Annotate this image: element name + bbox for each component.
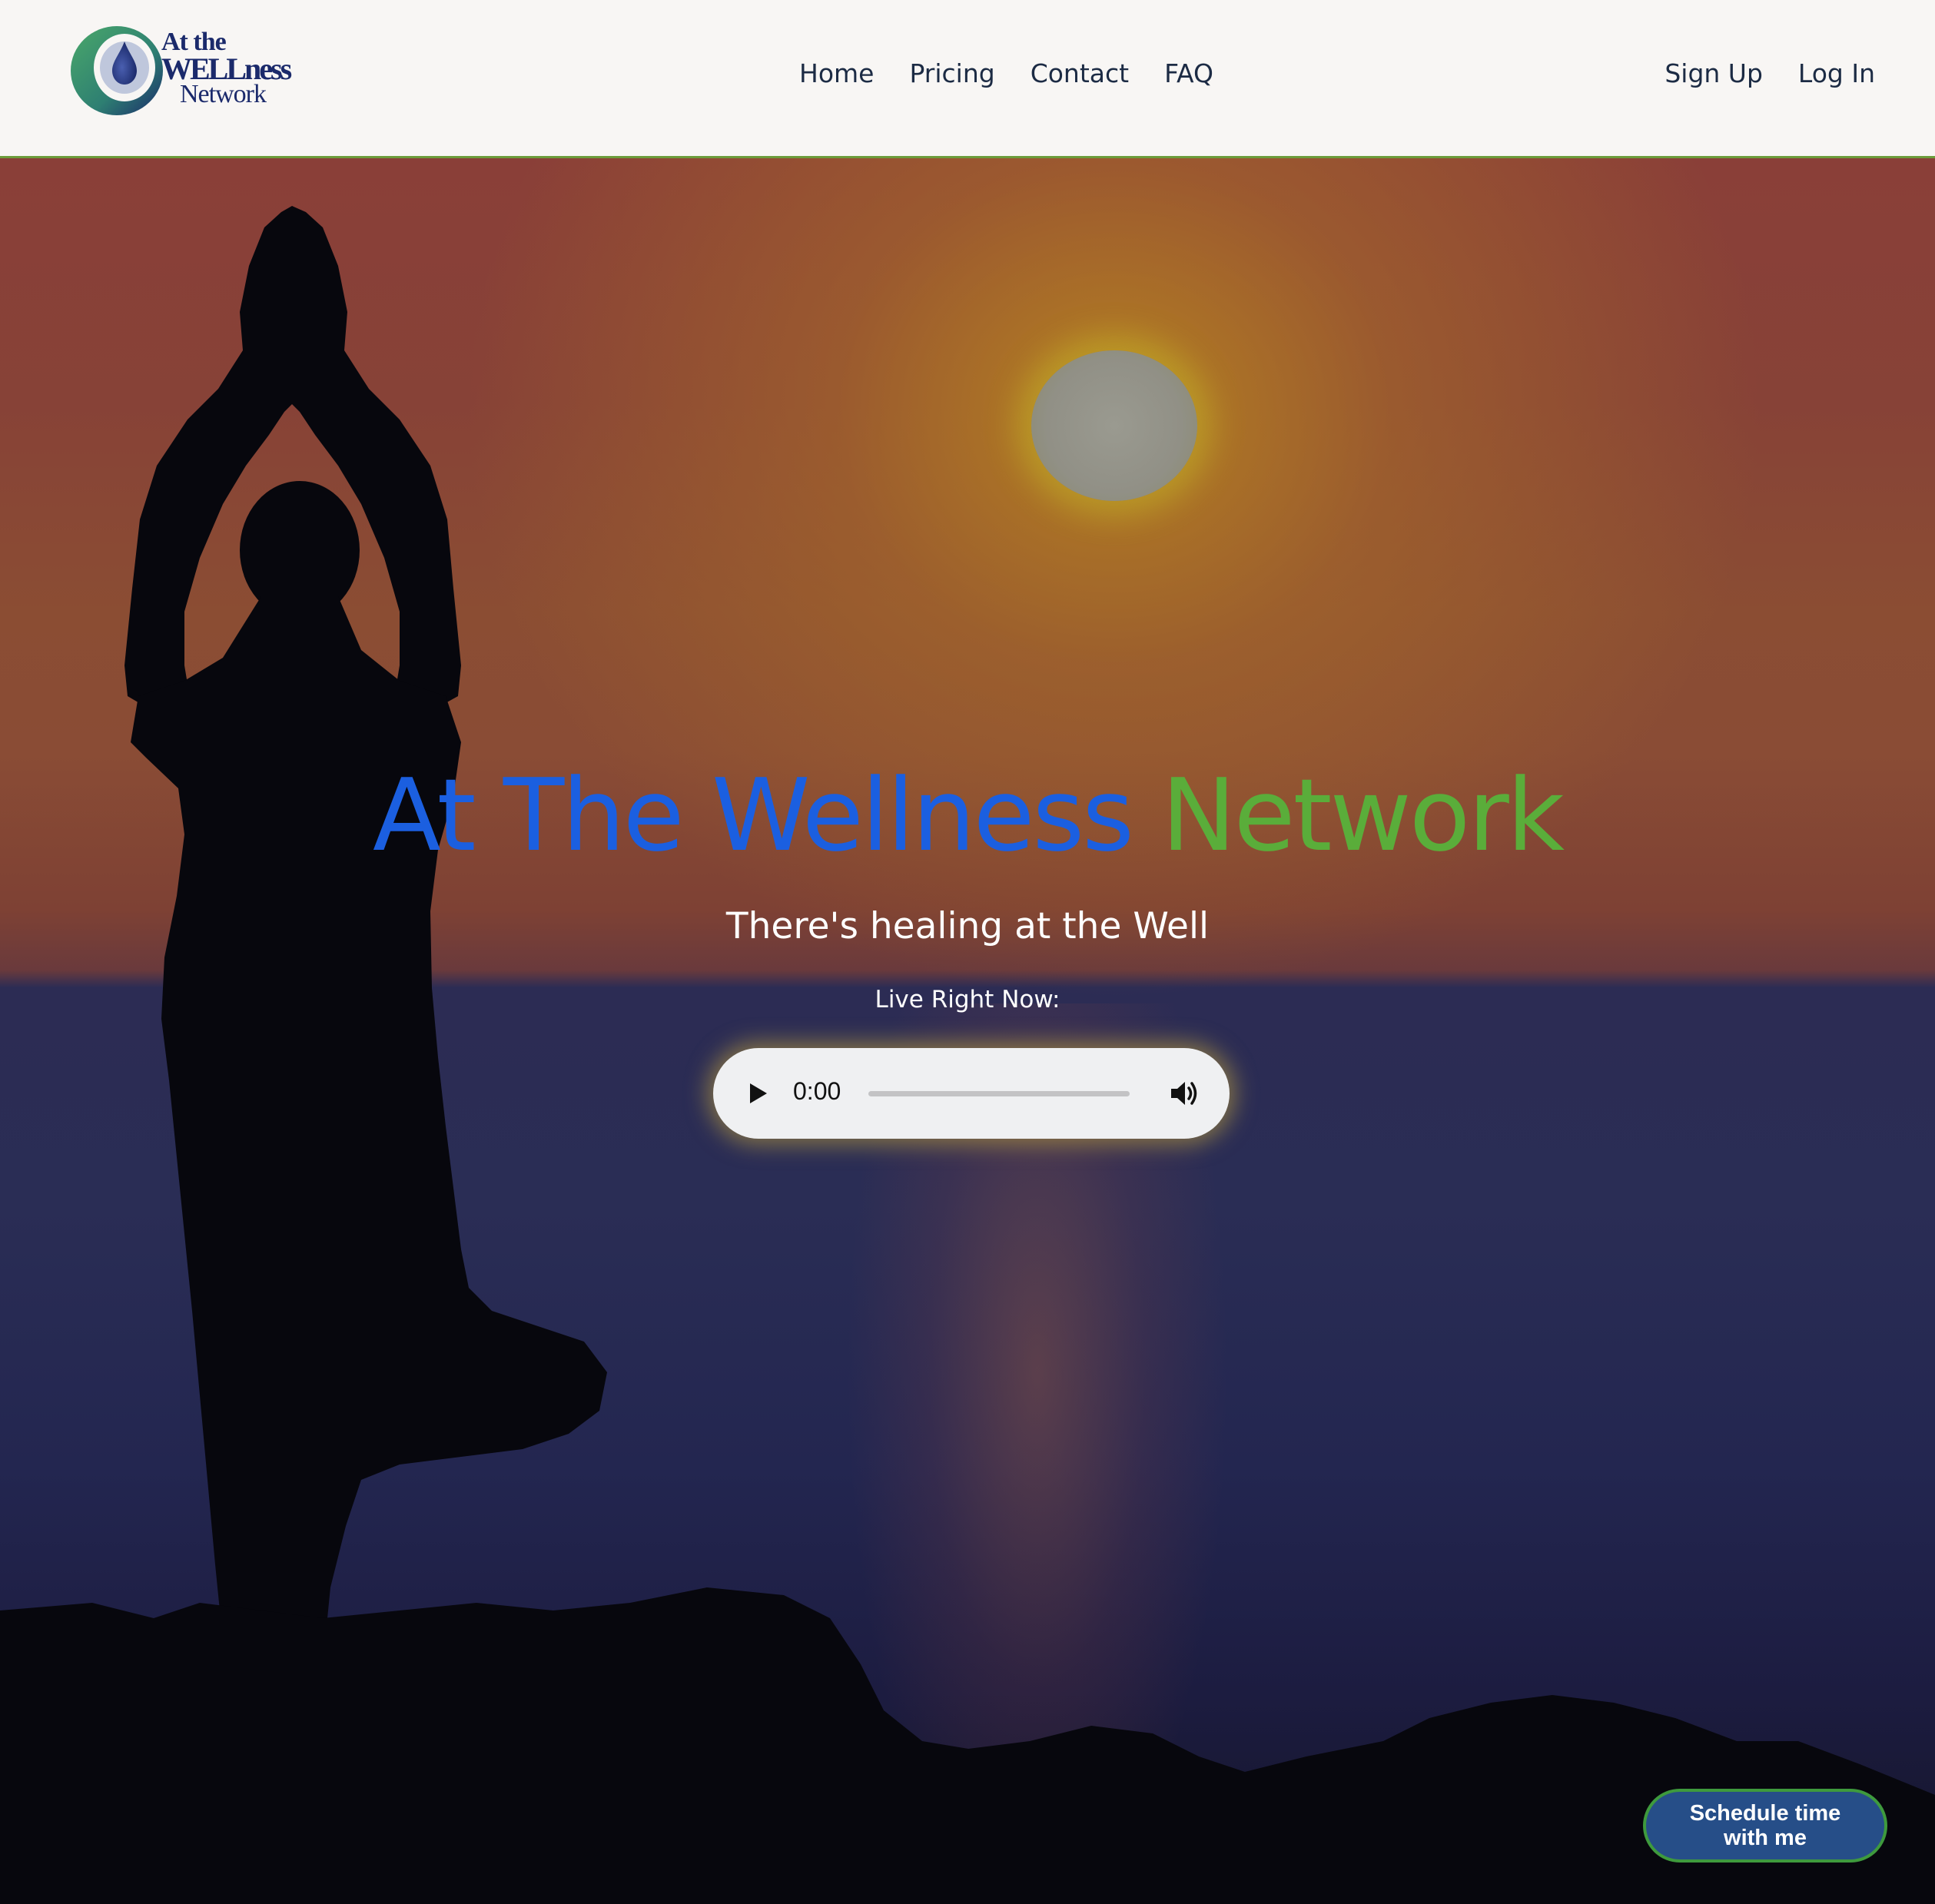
nav-pricing-link[interactable]: Pricing	[909, 58, 994, 88]
hero-tagline: There's healing at the Well	[725, 905, 1210, 947]
hero-title-part-1: At The Wellness	[372, 757, 1134, 874]
schedule-time-button[interactable]: Schedule time with me	[1643, 1789, 1887, 1863]
schedule-button-line-1: Schedule time	[1689, 1801, 1841, 1826]
play-icon[interactable]	[747, 1080, 770, 1106]
yoga-silhouette-image	[0, 206, 1935, 1904]
hero-section: At The Wellness Network There's healing …	[0, 158, 1935, 1904]
volume-icon[interactable]	[1168, 1079, 1202, 1108]
schedule-button-line-2: with me	[1724, 1826, 1807, 1850]
audio-player: 0:00	[713, 1048, 1230, 1139]
site-logo[interactable]: At the WELLness Network	[69, 20, 292, 120]
site-header: At the WELLness Network Home Pricing Con…	[0, 0, 1935, 158]
auth-links: Sign Up Log In	[1629, 58, 1875, 88]
water-drop-logo-icon	[71, 26, 163, 115]
nav-home-link[interactable]: Home	[799, 58, 874, 88]
hero-title-part-2: Network	[1161, 757, 1565, 874]
main-nav: Home Pricing Contact FAQ	[799, 58, 1249, 88]
hero-title: At The Wellness Network	[0, 765, 1935, 865]
log-in-link[interactable]: Log In	[1798, 58, 1875, 88]
sign-up-link[interactable]: Sign Up	[1664, 58, 1763, 88]
live-label: Live Right Now:	[875, 986, 1060, 1013]
nav-contact-link[interactable]: Contact	[1031, 58, 1129, 88]
audio-current-time: 0:00	[793, 1077, 841, 1105]
logo-wordmark: At the WELLness Network	[161, 29, 292, 108]
nav-faq-link[interactable]: FAQ	[1164, 58, 1213, 88]
audio-progress-bar[interactable]	[868, 1091, 1130, 1096]
